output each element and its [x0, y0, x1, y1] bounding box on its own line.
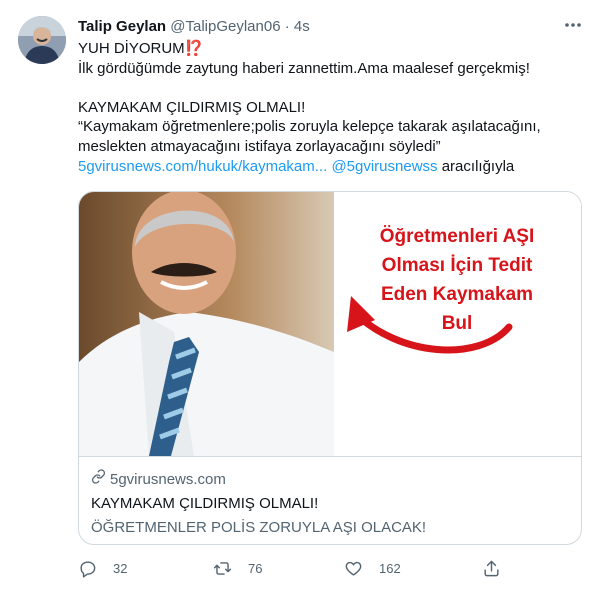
via-text: aracılığıyla: [441, 157, 515, 175]
tweet-line: KAYMAKAM ÇILDIRMIŞ OLMALI!: [78, 98, 306, 116]
reply-button[interactable]: 32: [78, 556, 127, 580]
link-icon: [91, 469, 106, 490]
tweet-line: “Kaymakam öğretmenlere;polis zoruyla kel…: [78, 118, 541, 136]
card-info: 5gvirusnews.com KAYMAKAM ÇILDIRMIŞ OLMAL…: [79, 457, 581, 538]
tweet-time[interactable]: 4s: [294, 18, 310, 35]
tweet-header: Talip Geylan @TalipGeylan06 · 4s: [78, 17, 310, 37]
card-domain: 5gvirusnews.com: [91, 469, 569, 490]
tweet-text: YUH DİYORUM⁉️ İlk gördüğümde zaytung hab…: [78, 39, 583, 176]
card-image-text: Olması İçin Tedit: [382, 255, 533, 276]
retweet-count: 76: [248, 560, 263, 576]
share-button[interactable]: [482, 556, 517, 580]
tweet-line-text: YUH DİYORUM: [78, 40, 185, 57]
like-count: 162: [379, 560, 401, 576]
tweet-line: meslekten atmayacağını istifaya zorlayac…: [78, 137, 441, 155]
like-button[interactable]: 162: [344, 556, 401, 580]
interrobang-emoji: ⁉️: [184, 40, 204, 57]
card-image-text: Eden Kaymakam: [381, 284, 533, 305]
share-icon: [484, 560, 499, 576]
avatar-image: [18, 16, 66, 64]
tweet-line: YUH DİYORUM⁉️: [78, 39, 583, 59]
header-separator: ·: [284, 18, 290, 35]
author-name[interactable]: Talip Geylan: [78, 18, 166, 35]
article-link[interactable]: 5gvirusnews.com/hukuk/kaymakam...: [78, 158, 327, 175]
tweet-line-links: 5gvirusnews.com/hukuk/kaymakam... @5gvir…: [78, 157, 583, 177]
tweet-line: İlk gördüğümde zaytung haberi zannettim.…: [78, 59, 530, 77]
heart-icon: [345, 561, 362, 576]
author-handle[interactable]: @TalipGeylan06: [170, 18, 280, 35]
retweet-button[interactable]: 76: [213, 556, 262, 580]
tweet[interactable]: Talip Geylan @TalipGeylan06 · 4s YUH DİY…: [0, 0, 601, 598]
mention-link[interactable]: @5gvirusnewss: [331, 158, 437, 175]
card-description: ÖĞRETMENLER POLİS ZORUYLA AŞI OLACAK!: [91, 519, 427, 536]
link-preview-card[interactable]: Öğretmenleri AŞI Olması İçin Tedit Eden …: [78, 191, 582, 545]
avatar[interactable]: [18, 16, 66, 64]
card-image[interactable]: Öğretmenleri AŞI Olması İçin Tedit Eden …: [79, 192, 581, 457]
card-domain-text: 5gvirusnews.com: [110, 470, 226, 488]
card-title: KAYMAKAM ÇILDIRMIŞ OLMALI!: [91, 495, 319, 512]
reply-icon: [80, 560, 96, 578]
reply-count: 32: [113, 560, 128, 576]
retweet-icon: [213, 561, 232, 575]
card-image-text: Öğretmenleri AŞI: [380, 226, 535, 247]
tweet-actions: 32 76 162: [72, 556, 502, 580]
more-dots-icon[interactable]: [562, 15, 584, 35]
card-image-text: Bul: [442, 313, 473, 334]
